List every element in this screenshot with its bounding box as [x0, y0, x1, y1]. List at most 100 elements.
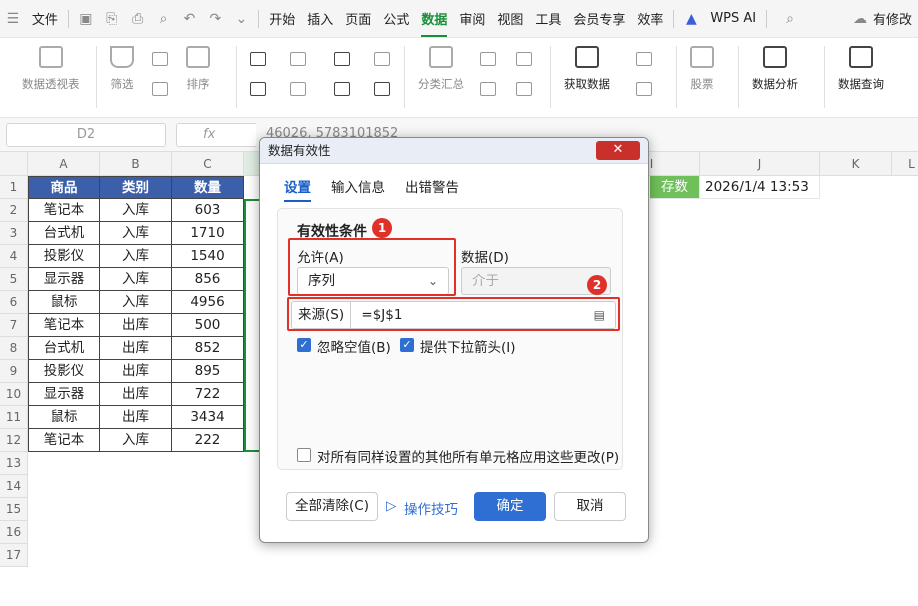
- chevron-down-icon[interactable]: ⌄: [228, 11, 254, 27]
- row-header[interactable]: 11: [0, 406, 28, 429]
- table-cell[interactable]: 入库: [100, 222, 172, 245]
- tab-review[interactable]: 审阅: [453, 9, 491, 28]
- table-header-cell[interactable]: 商品: [28, 176, 100, 199]
- table-cell[interactable]: 台式机: [28, 222, 100, 245]
- insert-dropdown-icon[interactable]: [374, 52, 390, 66]
- validation-icon[interactable]: [374, 82, 390, 96]
- table-cell[interactable]: 出库: [100, 337, 172, 360]
- get-data-button[interactable]: 获取数据: [564, 46, 610, 92]
- row-header[interactable]: 16: [0, 521, 28, 544]
- fx-icon[interactable]: fx: [176, 123, 256, 147]
- cell-i1[interactable]: 存数: [650, 176, 700, 199]
- table-cell[interactable]: 台式机: [28, 337, 100, 360]
- table-cell[interactable]: 鼠标: [28, 291, 100, 314]
- table-cell[interactable]: 895: [172, 360, 244, 383]
- tab-data[interactable]: 数据: [415, 9, 453, 37]
- tab-input-message[interactable]: 输入信息: [331, 176, 385, 202]
- row-header[interactable]: 4: [0, 245, 28, 268]
- filter-all-icon[interactable]: [152, 52, 168, 66]
- row-header[interactable]: 17: [0, 544, 28, 567]
- preview-icon[interactable]: ⌕: [151, 11, 177, 27]
- row-header[interactable]: 9: [0, 360, 28, 383]
- row-header[interactable]: 6: [0, 291, 28, 314]
- row-header[interactable]: 13: [0, 452, 28, 475]
- table-cell[interactable]: 入库: [100, 291, 172, 314]
- export-icon[interactable]: ⎘: [99, 11, 125, 27]
- column-header[interactable]: J: [700, 152, 820, 176]
- ungroup-icon[interactable]: [480, 82, 496, 96]
- table-cell[interactable]: 500: [172, 314, 244, 337]
- edit-links-icon[interactable]: [636, 82, 652, 96]
- range-picker-icon[interactable]: ▤: [594, 302, 605, 328]
- table-cell[interactable]: 1710: [172, 222, 244, 245]
- tab-settings[interactable]: 设置: [284, 176, 311, 202]
- table-cell[interactable]: 鼠标: [28, 406, 100, 429]
- row-header[interactable]: 15: [0, 498, 28, 521]
- tab-tools[interactable]: 工具: [529, 9, 567, 28]
- close-icon[interactable]: ✕: [596, 141, 640, 160]
- table-cell[interactable]: 852: [172, 337, 244, 360]
- select-all-corner[interactable]: [0, 152, 28, 176]
- column-header[interactable]: L: [892, 152, 918, 176]
- data-compare-icon[interactable]: [250, 82, 266, 96]
- tab-efficiency[interactable]: 效率: [631, 9, 669, 28]
- group-icon[interactable]: [480, 52, 496, 66]
- name-box[interactable]: D2: [6, 123, 166, 147]
- row-header[interactable]: 10: [0, 383, 28, 406]
- text-to-columns-icon[interactable]: [334, 52, 350, 66]
- table-cell[interactable]: 显示器: [28, 383, 100, 406]
- table-cell[interactable]: 入库: [100, 429, 172, 452]
- table-cell[interactable]: 出库: [100, 383, 172, 406]
- tab-page[interactable]: 页面: [339, 9, 377, 28]
- stock-button[interactable]: 股票: [690, 46, 714, 92]
- remove-duplicates-icon[interactable]: [290, 52, 306, 66]
- hamburger-icon[interactable]: ☰: [0, 11, 26, 27]
- redo-icon[interactable]: ↷: [202, 11, 228, 27]
- table-cell[interactable]: 入库: [100, 199, 172, 222]
- reject-duplicates-icon[interactable]: [290, 82, 306, 96]
- table-cell[interactable]: 入库: [100, 268, 172, 291]
- column-header[interactable]: B: [100, 152, 172, 176]
- collapse-icon[interactable]: [516, 82, 532, 96]
- table-header-cell[interactable]: 数量: [172, 176, 244, 199]
- print-icon[interactable]: ⎙: [125, 11, 151, 27]
- clear-all-button[interactable]: 全部清除(C): [286, 492, 378, 521]
- table-cell[interactable]: 出库: [100, 406, 172, 429]
- dropdown-checkbox[interactable]: ✓: [400, 338, 414, 352]
- source-input[interactable]: =$J$1: [355, 307, 402, 323]
- subtotal-button[interactable]: 分类汇总: [418, 46, 464, 92]
- table-header-cell[interactable]: 类别: [100, 176, 172, 199]
- apply-all-checkbox[interactable]: [297, 448, 311, 462]
- data-analysis-button[interactable]: 数据分析: [752, 46, 798, 92]
- sort-button[interactable]: 排序: [186, 46, 210, 92]
- cell-j1[interactable]: 2026/1/4 13:53: [700, 176, 820, 199]
- table-cell[interactable]: 222: [172, 429, 244, 452]
- refresh-icon[interactable]: [636, 52, 652, 66]
- tips-link[interactable]: 操作技巧: [404, 498, 458, 518]
- reapply-filter-icon[interactable]: [152, 82, 168, 96]
- table-cell[interactable]: 笔记本: [28, 199, 100, 222]
- ok-button[interactable]: 确定: [474, 492, 546, 521]
- expand-icon[interactable]: [516, 52, 532, 66]
- table-cell[interactable]: 笔记本: [28, 314, 100, 337]
- row-header[interactable]: 5: [0, 268, 28, 291]
- column-header[interactable]: A: [28, 152, 100, 176]
- filter-button[interactable]: 筛选: [110, 46, 134, 92]
- save-icon[interactable]: ▣: [73, 11, 99, 27]
- tab-formula[interactable]: 公式: [377, 9, 415, 28]
- row-header[interactable]: 3: [0, 222, 28, 245]
- table-cell[interactable]: 1540: [172, 245, 244, 268]
- row-header[interactable]: 8: [0, 337, 28, 360]
- undo-icon[interactable]: ↶: [177, 11, 203, 27]
- row-header[interactable]: 7: [0, 314, 28, 337]
- column-header[interactable]: C: [172, 152, 244, 176]
- tab-member[interactable]: 会员专享: [567, 9, 631, 28]
- pivot-table-button[interactable]: 数据透视表: [22, 46, 80, 92]
- cancel-button[interactable]: 取消: [554, 492, 626, 521]
- table-cell[interactable]: 722: [172, 383, 244, 406]
- fill-icon[interactable]: [334, 82, 350, 96]
- table-cell[interactable]: 投影仪: [28, 360, 100, 383]
- table-cell[interactable]: 出库: [100, 360, 172, 383]
- table-cell[interactable]: 投影仪: [28, 245, 100, 268]
- tab-error-alert[interactable]: 出错警告: [405, 176, 459, 202]
